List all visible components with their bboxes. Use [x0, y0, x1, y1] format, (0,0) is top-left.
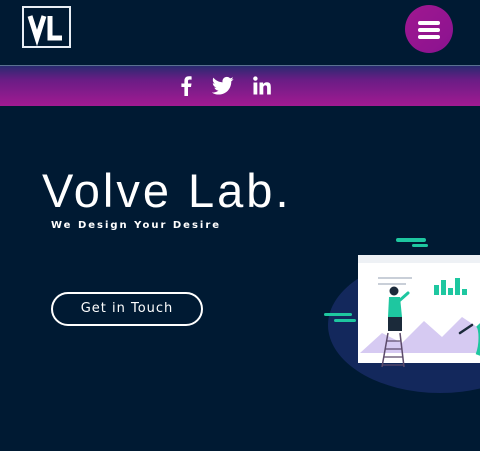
hamburger-menu-icon-line [418, 28, 440, 32]
logo[interactable] [22, 6, 71, 48]
twitter-icon[interactable] [211, 76, 234, 96]
facebook-icon[interactable] [180, 76, 192, 96]
illustration-dash [396, 238, 426, 242]
illustration-bar [441, 280, 446, 295]
illustration-dash [412, 244, 428, 247]
hero-title: Volve Lab. [42, 164, 292, 217]
hamburger-menu-icon-line [418, 35, 440, 39]
get-in-touch-button[interactable]: Get in Touch [51, 292, 203, 326]
illustration-screen-topbar [358, 255, 480, 263]
illustration-bar [448, 288, 453, 295]
illustration-bar [455, 278, 460, 295]
hamburger-menu-icon [418, 21, 440, 25]
hero-subtitle: We Design Your Desire [51, 220, 222, 231]
hero-illustration [324, 238, 480, 393]
illustration-person-head [389, 286, 399, 296]
illustration-dash [334, 319, 356, 322]
illustration-text-line [378, 283, 406, 285]
illustration-dash [324, 313, 352, 316]
menu-button[interactable] [405, 5, 453, 53]
social-bar [0, 66, 480, 106]
linkedin-icon[interactable] [253, 76, 271, 96]
vl-logo-icon [27, 15, 62, 46]
site-header [0, 0, 480, 66]
illustration-text-line [378, 277, 412, 279]
illustration-bar [462, 289, 467, 295]
illustration-bar [434, 285, 439, 295]
